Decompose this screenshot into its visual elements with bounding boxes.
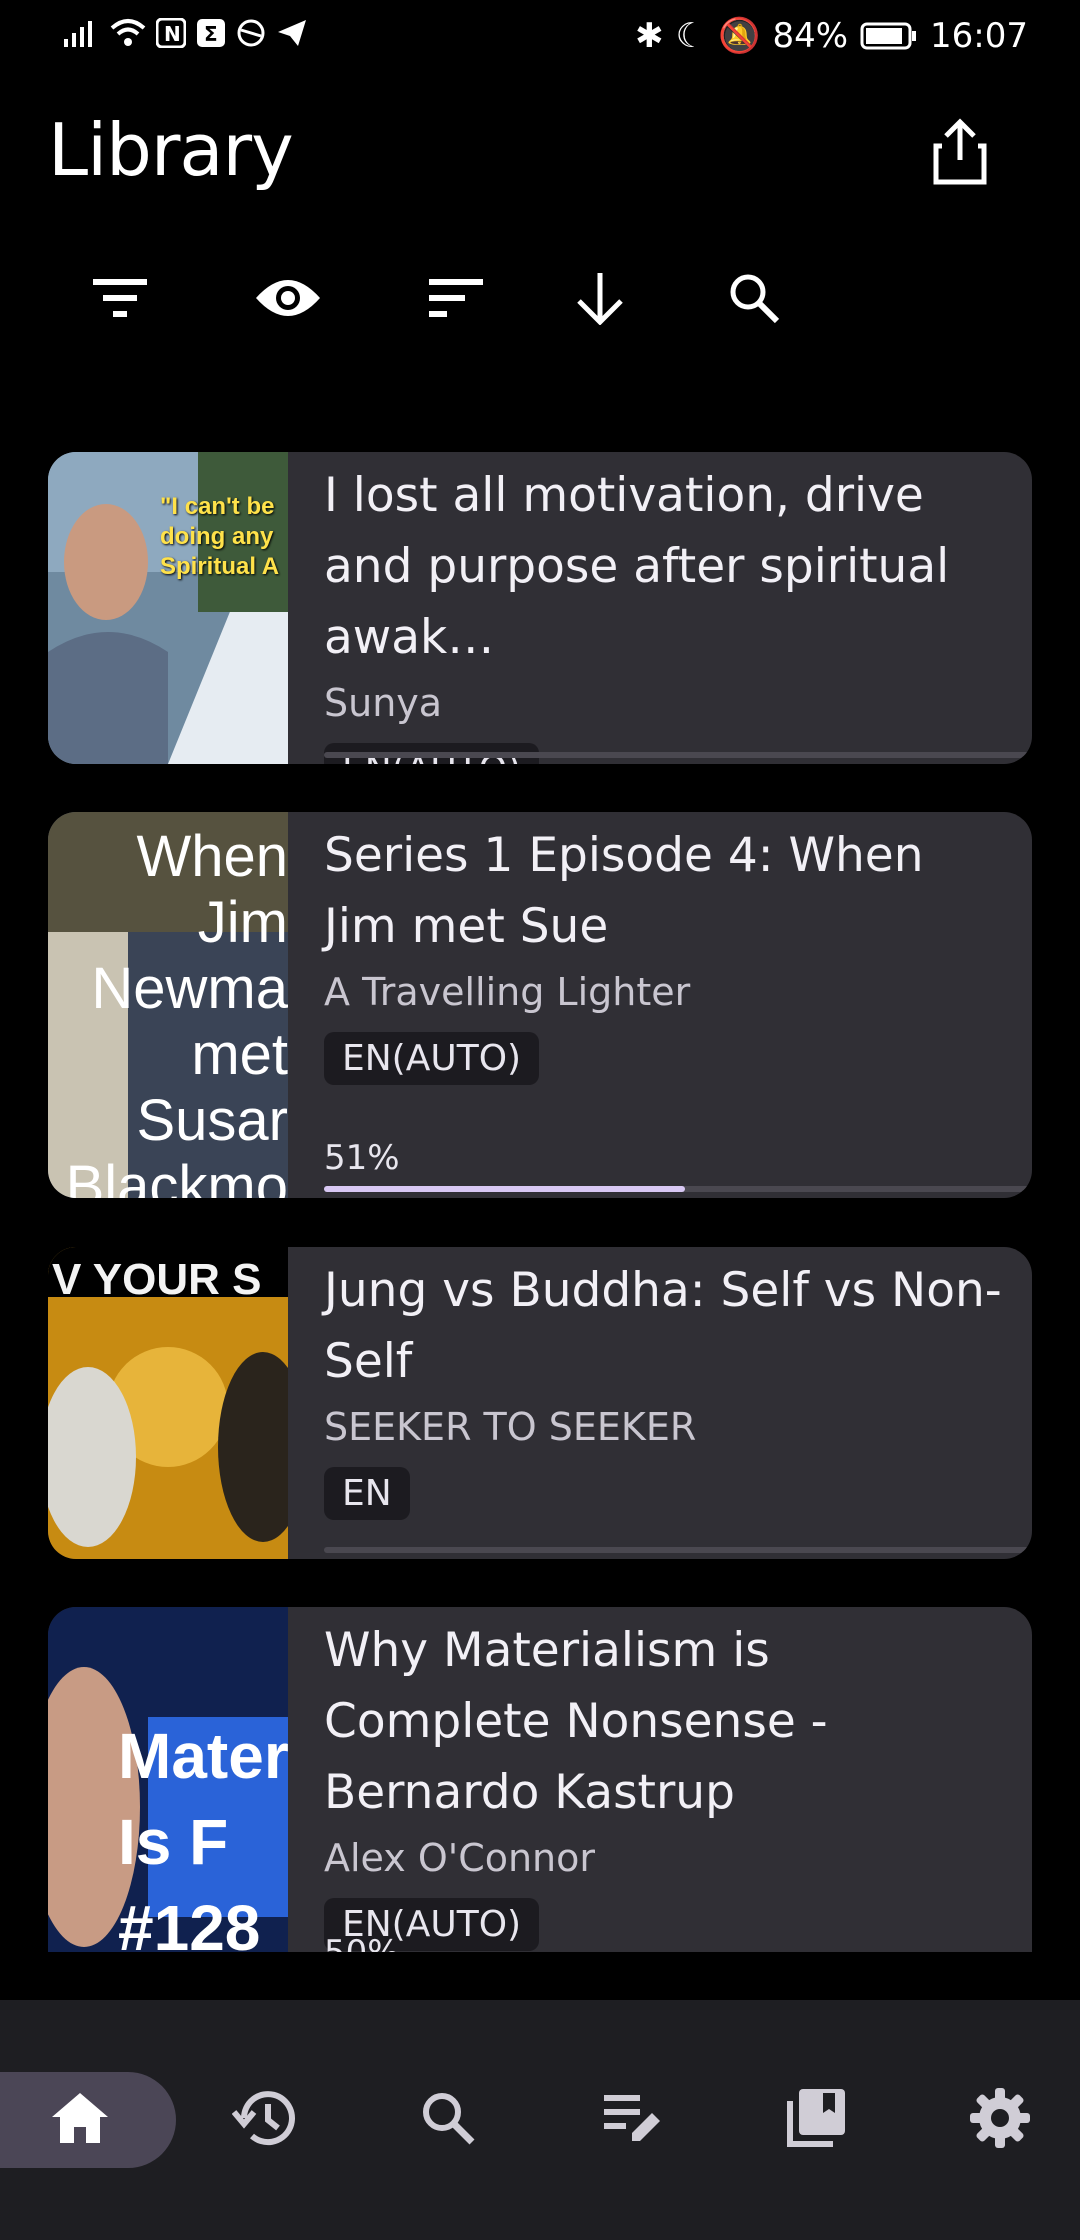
app-notification-icon: Σ — [197, 19, 225, 47]
video-card[interactable]: "I can't be doing any Spiritual A I lost… — [48, 452, 1032, 764]
video-card[interactable]: Mater Is F #128 Why Materialism is Compl… — [48, 1607, 1032, 1952]
progress-fill — [324, 1186, 686, 1192]
nav-history[interactable] — [204, 2070, 324, 2166]
thumbnail-caption: Mater Is F #128 — [118, 1720, 288, 1952]
sort-button[interactable] — [416, 258, 496, 338]
mute-bell-icon: 🔕 — [718, 16, 761, 56]
progress-track — [324, 752, 1032, 758]
search-button[interactable] — [714, 258, 794, 338]
video-thumbnail: Mater Is F #128 — [48, 1607, 288, 1952]
filter-icon — [93, 279, 147, 317]
svg-text:N: N — [164, 22, 181, 46]
video-title: I lost all motivation, drive and purpose… — [324, 468, 950, 665]
channel-name: SEEKER TO SEEKER — [324, 1405, 697, 1449]
thumbnail-caption: "I can't be doing any Spiritual A — [160, 493, 282, 580]
library-icon — [787, 2089, 845, 2147]
share-button[interactable] — [920, 112, 1000, 192]
video-info: Jung vs Buddha: Self vs Non-Self SEEKER … — [324, 1255, 1008, 1520]
status-icons-right: ✱ ☾ 🔕 84% 16:07 — [635, 16, 1028, 56]
progress-label: 51% — [324, 1138, 400, 1178]
visibility-button[interactable] — [248, 258, 328, 338]
playlist-edit-icon — [604, 2095, 660, 2141]
video-thumbnail: When Jim Newma met Susar Blackmo — [48, 812, 288, 1198]
download-icon — [577, 273, 623, 325]
video-info: Series 1 Episode 4: When Jim met Sue A T… — [324, 820, 1008, 1085]
battery-percent: 84% — [772, 16, 849, 56]
video-info: Why Materialism is Complete Nonsense - B… — [324, 1615, 1008, 1951]
battery-icon — [860, 22, 917, 50]
nav-playlists[interactable] — [572, 2070, 692, 2166]
progress-track — [324, 1547, 1032, 1553]
status-icons-left: N Σ — [64, 18, 308, 48]
video-card[interactable]: V YOUR S Jung vs Buddha: Self vs Non-Sel… — [48, 1247, 1032, 1559]
downloads-button[interactable] — [560, 258, 640, 338]
video-card[interactable]: When Jim Newma met Susar Blackmo Series … — [48, 812, 1032, 1198]
video-info: I lost all motivation, drive and purpose… — [324, 460, 1008, 764]
eye-icon — [256, 280, 320, 316]
sort-icon — [429, 279, 483, 317]
channel-name: Sunya — [324, 681, 443, 725]
thumbnail-caption: When Jim Newma met Susar Blackmo — [65, 824, 288, 1198]
nav-search[interactable] — [388, 2070, 508, 2166]
video-title: Why Materialism is Complete Nonsense - B… — [324, 1623, 828, 1820]
language-badge: EN — [324, 1467, 410, 1520]
channel-name: Alex O'Connor — [324, 1836, 596, 1880]
moon-icon: ☾ — [675, 16, 707, 56]
video-thumbnail: "I can't be doing any Spiritual A — [48, 452, 288, 764]
language-badge: EN(AUTO) — [324, 1032, 540, 1085]
video-title: Series 1 Episode 4: When Jim met Sue — [324, 828, 924, 954]
bottom-navigation — [0, 2000, 1080, 2240]
nfc-icon: N — [156, 18, 186, 48]
history-icon — [232, 2091, 295, 2146]
nav-home[interactable] — [20, 2070, 140, 2166]
settings-icon — [970, 2088, 1030, 2148]
thumbnail-caption: V YOUR S — [52, 1255, 262, 1304]
search-icon — [730, 274, 780, 324]
clock: 16:07 — [930, 16, 1028, 56]
search-icon — [423, 2093, 475, 2145]
status-bar: N Σ ✱ ☾ 🔕 84% 16:07 — [0, 0, 1080, 80]
video-title: Jung vs Buddha: Self vs Non-Self — [324, 1263, 1002, 1389]
progress-label: 50% — [324, 1933, 400, 1952]
nav-settings[interactable] — [940, 2070, 1060, 2166]
share-icon — [933, 118, 987, 185]
telegram-icon — [278, 20, 306, 46]
progress-track — [324, 1186, 1032, 1192]
wifi-icon — [110, 19, 146, 46]
bluetooth-icon: ✱ — [635, 16, 664, 56]
home-icon — [52, 2093, 108, 2143]
filter-button[interactable] — [80, 258, 160, 338]
signal-icon — [64, 21, 92, 47]
channel-name: A Travelling Lighter — [324, 970, 691, 1014]
video-thumbnail: V YOUR S — [48, 1247, 288, 1559]
globe-icon — [237, 19, 265, 47]
nav-library[interactable] — [756, 2070, 876, 2166]
page-title: Library — [48, 108, 294, 192]
svg-text:Σ: Σ — [204, 22, 218, 46]
video-card-clip: Mater Is F #128 Why Materialism is Compl… — [48, 1607, 1032, 1952]
